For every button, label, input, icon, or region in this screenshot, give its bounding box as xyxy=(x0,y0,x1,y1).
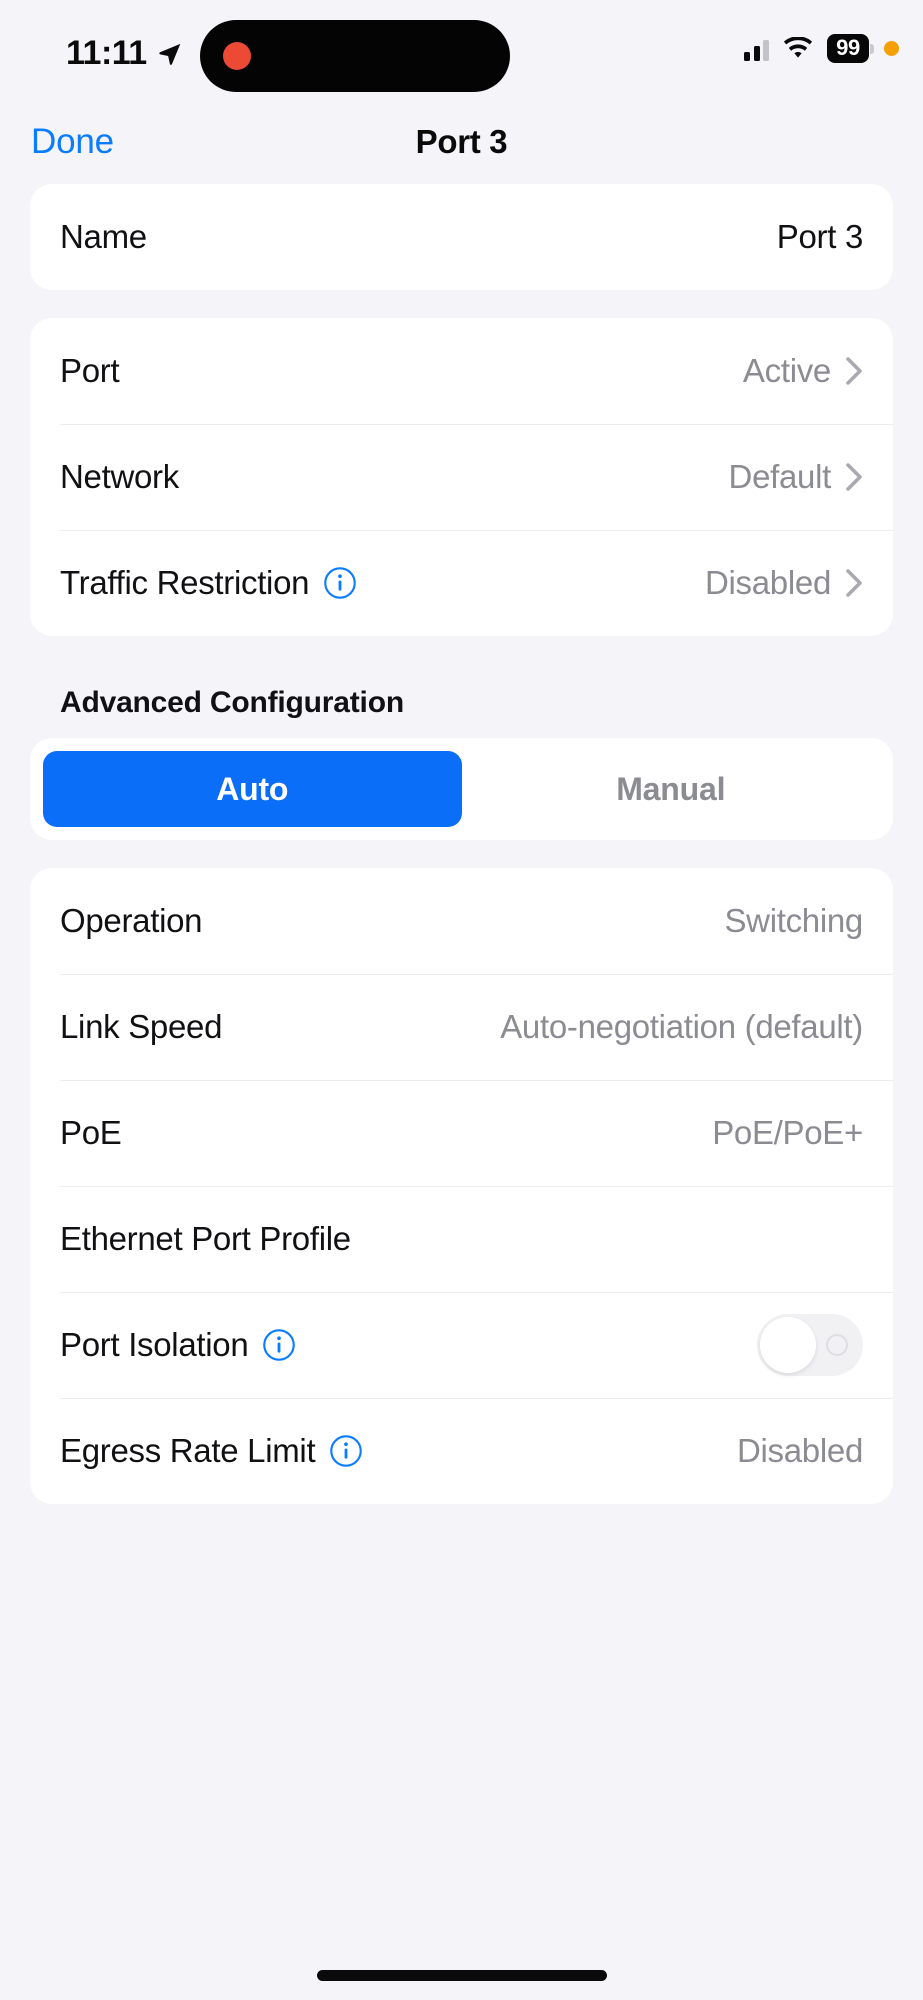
port-isolation-toggle[interactable] xyxy=(757,1314,863,1376)
row-poe[interactable]: PoE PoE/PoE+ xyxy=(30,1080,893,1186)
privacy-indicator-icon xyxy=(884,41,899,56)
battery-level-label: 99 xyxy=(836,35,860,60)
dynamic-island[interactable] xyxy=(200,20,510,92)
navigation-bar: Done Port 3 xyxy=(0,100,923,184)
toggle-off-mark-icon xyxy=(826,1334,848,1356)
status-bar-right: 99 xyxy=(744,34,899,63)
page-title: Port 3 xyxy=(415,123,508,160)
row-egress-rate-limit-value: Disabled xyxy=(736,1432,863,1469)
row-operation-label: Operation xyxy=(60,902,203,939)
row-poe-value: PoE/PoE+ xyxy=(712,1114,863,1151)
chevron-right-icon xyxy=(846,569,862,597)
cellular-signal-icon xyxy=(744,37,770,61)
name-card: Name Port 3 xyxy=(30,184,893,290)
row-egress-rate-limit-label: Egress Rate Limit xyxy=(60,1432,316,1469)
status-bar: 11:11 99 xyxy=(0,0,923,100)
chevron-right-icon xyxy=(846,357,862,385)
row-port-label: Port xyxy=(60,352,120,389)
settings-content: Name Port 3 Port Active Network Default … xyxy=(0,184,923,1504)
advanced-mode-segmented-control: Auto Manual xyxy=(30,738,893,840)
info-icon[interactable] xyxy=(262,1328,296,1362)
advanced-configuration-header: Advanced Configuration xyxy=(60,686,404,719)
advanced-settings-card: Operation Switching Link Speed Auto-nego… xyxy=(30,868,893,1504)
info-icon[interactable] xyxy=(323,566,357,600)
status-bar-clock: 11:11 xyxy=(66,34,147,72)
row-traffic-restriction-value: Disabled xyxy=(704,564,831,601)
chevron-right-icon xyxy=(846,463,862,491)
row-operation[interactable]: Operation Switching xyxy=(30,868,893,974)
row-name[interactable]: Name Port 3 xyxy=(30,184,893,290)
row-ethernet-port-profile[interactable]: Ethernet Port Profile xyxy=(30,1186,893,1292)
row-name-label: Name xyxy=(60,218,147,255)
segment-auto[interactable]: Auto xyxy=(43,751,462,827)
home-indicator[interactable] xyxy=(316,1970,607,1981)
row-network[interactable]: Network Default xyxy=(30,424,893,530)
row-ethernet-port-profile-label: Ethernet Port Profile xyxy=(60,1220,351,1257)
recording-indicator-icon xyxy=(223,42,251,70)
row-traffic-restriction-label: Traffic Restriction xyxy=(60,564,310,601)
wifi-icon xyxy=(784,36,813,58)
row-network-value: Default xyxy=(728,458,832,495)
done-button[interactable]: Done xyxy=(31,122,114,162)
segment-manual[interactable]: Manual xyxy=(462,751,881,827)
row-traffic-restriction[interactable]: Traffic Restriction Disabled xyxy=(30,530,893,636)
battery-indicator: 99 xyxy=(827,34,869,63)
row-egress-rate-limit[interactable]: Egress Rate Limit Disabled xyxy=(30,1398,893,1504)
row-port-value: Active xyxy=(742,352,831,389)
row-link-speed-value: Auto-negotiation (default) xyxy=(500,1008,863,1045)
row-port-isolation-label: Port Isolation xyxy=(60,1326,249,1363)
row-port[interactable]: Port Active xyxy=(30,318,893,424)
row-operation-value: Switching xyxy=(724,902,863,939)
row-port-isolation[interactable]: Port Isolation xyxy=(30,1292,893,1398)
row-name-value: Port 3 xyxy=(776,218,864,255)
info-icon[interactable] xyxy=(329,1434,363,1468)
row-poe-label: PoE xyxy=(60,1114,122,1151)
toggle-knob xyxy=(760,1317,816,1373)
row-network-label: Network xyxy=(60,458,179,495)
row-link-speed-label: Link Speed xyxy=(60,1008,223,1045)
location-arrow-icon xyxy=(159,43,181,65)
row-link-speed[interactable]: Link Speed Auto-negotiation (default) xyxy=(30,974,893,1080)
port-settings-card: Port Active Network Default Traffic Rest… xyxy=(30,318,893,636)
status-bar-left: 11:11 xyxy=(66,34,183,73)
